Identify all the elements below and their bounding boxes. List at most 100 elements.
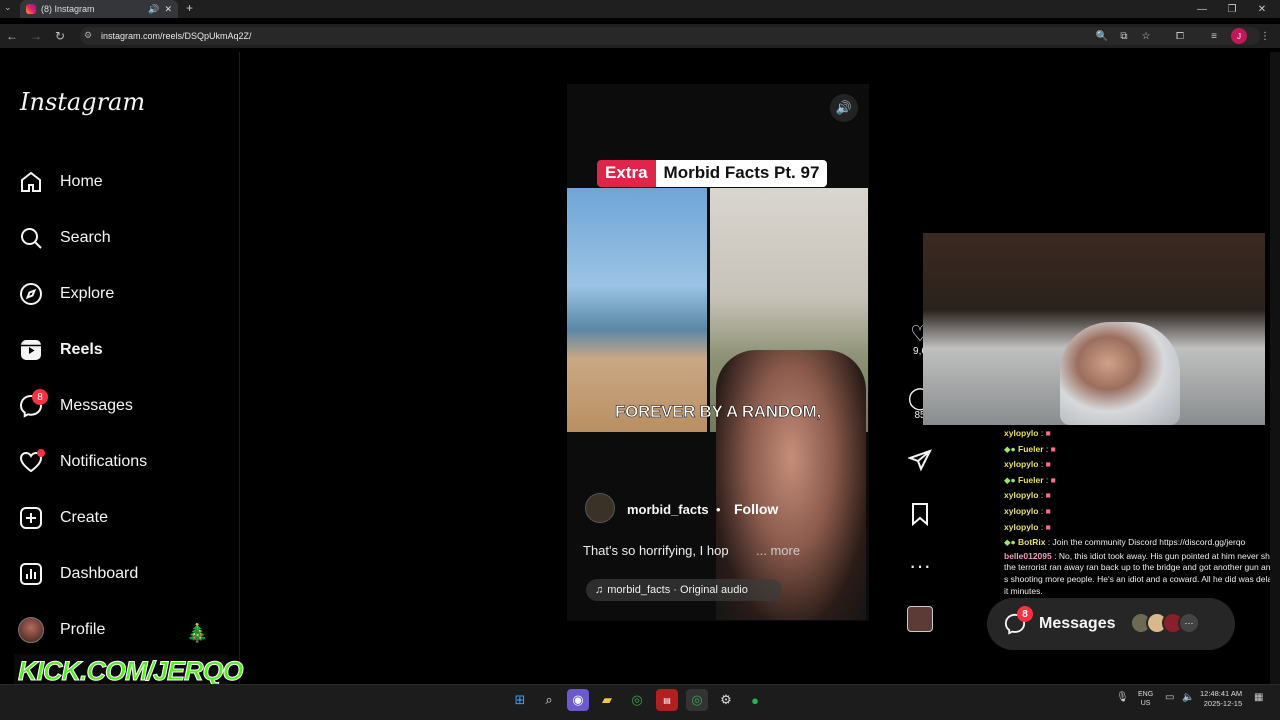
sidebar-item-notifications[interactable]: Notifications [18,442,233,482]
heart-icon [18,449,45,475]
plus-square-icon [18,505,44,531]
extensions-icon[interactable]: ⧠ [1172,28,1188,44]
more-avatars-indicator: ··· [1178,612,1200,634]
cast-icon[interactable]: ⧉ [1116,28,1132,44]
chat-message: xylopylo : ■ [1004,521,1051,532]
home-icon [18,169,44,195]
windows-start-icon[interactable]: ⊞ [509,689,531,711]
maximize-button[interactable]: ❐ [1216,0,1248,18]
more-button[interactable]: ... more [756,543,800,558]
spotify-icon[interactable]: ● [744,689,766,711]
more-options-button[interactable]: ··· [906,554,934,578]
media-control-icon[interactable]: ≡ [1206,28,1222,44]
clock-date: 2025-12-15 [1203,699,1243,708]
compass-icon [18,281,44,307]
back-icon[interactable]: ← [0,24,24,48]
volume-icon[interactable]: 🔈 [1182,692,1194,703]
speaker-icon: 🔊 [835,100,853,115]
bookmark-icon [906,502,934,531]
chrome-icon[interactable]: ◎ [686,689,708,711]
clock[interactable]: 12:48:41 AM 2025-12-15 [1200,689,1242,709]
streamer-figure [1060,322,1180,425]
browser-menu-icon[interactable]: ⋮ [1257,28,1273,44]
sidebar-item-explore[interactable]: Explore [18,274,233,314]
zoom-icon[interactable]: 🔍 [1094,28,1110,44]
reel-photo-left [567,188,707,432]
sidebar-item-create[interactable]: Create [18,498,233,538]
messages-badge: 8 [32,389,48,405]
notification-dot [37,449,45,457]
forward-icon[interactable]: → [24,24,48,48]
chat-message: xylopylo : ■ [1004,428,1051,438]
messenger-icon: 8 [1003,606,1033,636]
ellipsis-icon: ··· [909,553,931,578]
messages-pill-label: Messages [1039,615,1116,632]
kick-banner-text: KICK.COM/JERQO [18,656,245,687]
bookmark-star-icon[interactable]: ☆ [1138,28,1154,44]
taskbar-search-icon[interactable]: ⌕ [538,689,560,711]
sidebar-item-label: Search [60,229,111,246]
messages-pill-badge: 8 [1017,606,1033,622]
dashboard-icon [18,561,44,587]
file-explorer-icon[interactable]: ▰ [596,689,618,711]
minimize-button[interactable]: — [1186,0,1218,18]
reel-description: That's so horrifying, I hop [583,543,729,558]
new-tab-button[interactable]: + [186,1,193,15]
avatar [18,617,44,643]
audio-thumbnail[interactable] [907,606,933,632]
audio-attribution[interactable]: ♫ morbid_facts · Original audio [586,579,782,601]
reels-icon [18,337,44,363]
site-info-icon[interactable]: ⚙ [84,30,92,41]
sound-toggle-button[interactable]: 🔊 [830,94,858,122]
chat-message: xylopylo : ■ [1004,459,1051,470]
messenger-icon: 8 [18,389,48,419]
author-separator: • [716,502,721,517]
author-avatar[interactable] [585,493,615,523]
christmas-tree-icon: 🎄 [186,623,209,643]
sidebar-item-label: Dashboard [60,565,139,582]
url-text: instagram.com/reels/DSQpUkmAq2Z/ [101,31,252,41]
taskbar-app-icon[interactable]: ◉ [567,689,589,711]
save-button[interactable] [906,502,934,531]
sidebar-item-dashboard[interactable]: Dashboard [18,554,233,594]
author-name[interactable]: morbid_facts [627,502,709,517]
sidebar-item-label: Profile [60,621,106,638]
chat-message: ◆● BotRix : Join the community Discord h… [1004,537,1246,548]
message-avatars[interactable]: ··· [1130,612,1200,634]
settings-icon[interactable]: ⚙ [715,689,737,711]
instagram-logo[interactable]: Instagram [20,88,145,116]
chat-message: xylopylo : ■ [1004,490,1051,501]
instagram-favicon-icon [26,4,36,14]
microphone-icon[interactable]: 🎙 [1116,692,1129,703]
reel-title-overlay: Extra Morbid Facts Pt. 97 [597,160,828,187]
sidebar-item-label: Notifications [60,453,148,470]
profile-avatar[interactable]: J [1231,28,1247,44]
chat-message: xylopylo : ■ [1004,505,1051,516]
tab-audio-icon[interactable]: 🔊 [148,4,159,15]
language-indicator[interactable]: ENG US [1138,690,1153,708]
tab-title: (8) Instagram [41,4,95,14]
sidebar-item-label: Home [60,173,103,190]
browser-tab[interactable]: (8) Instagram 🔊 ✕ [20,0,178,18]
scrollbar[interactable] [1270,52,1280,684]
sidebar-item-label: Create [60,509,109,526]
sidebar-item-search[interactable]: Search [18,218,233,258]
taskbar-app-icon[interactable]: ▤ [656,689,678,711]
share-button[interactable] [906,448,934,477]
tab-search-chevron-icon[interactable]: ⌄ [4,2,12,13]
clock-time: 12:48:41 AM [1200,689,1243,698]
tab-close-icon[interactable]: ✕ [164,4,172,15]
chrome-icon[interactable]: ◎ [626,689,648,711]
music-note-icon: ♫ [595,584,604,596]
address-bar[interactable]: instagram.com/reels/DSQpUkmAq2Z/ [80,27,1260,45]
reload-icon[interactable]: ↻ [48,24,72,48]
sidebar-item-messages[interactable]: 8 Messages [18,386,233,426]
sidebar-item-home[interactable]: Home [18,162,233,202]
send-icon [906,448,934,477]
sidebar-item-reels[interactable]: Reels [18,330,233,370]
notification-center-icon[interactable]: ▦ [1254,692,1263,703]
network-icon[interactable]: ▭ [1165,692,1174,703]
follow-button[interactable]: Follow [734,501,778,517]
close-window-button[interactable]: ✕ [1246,0,1278,18]
chat-message: belle012095 : No, this idiot took away. … [1004,550,1277,596]
